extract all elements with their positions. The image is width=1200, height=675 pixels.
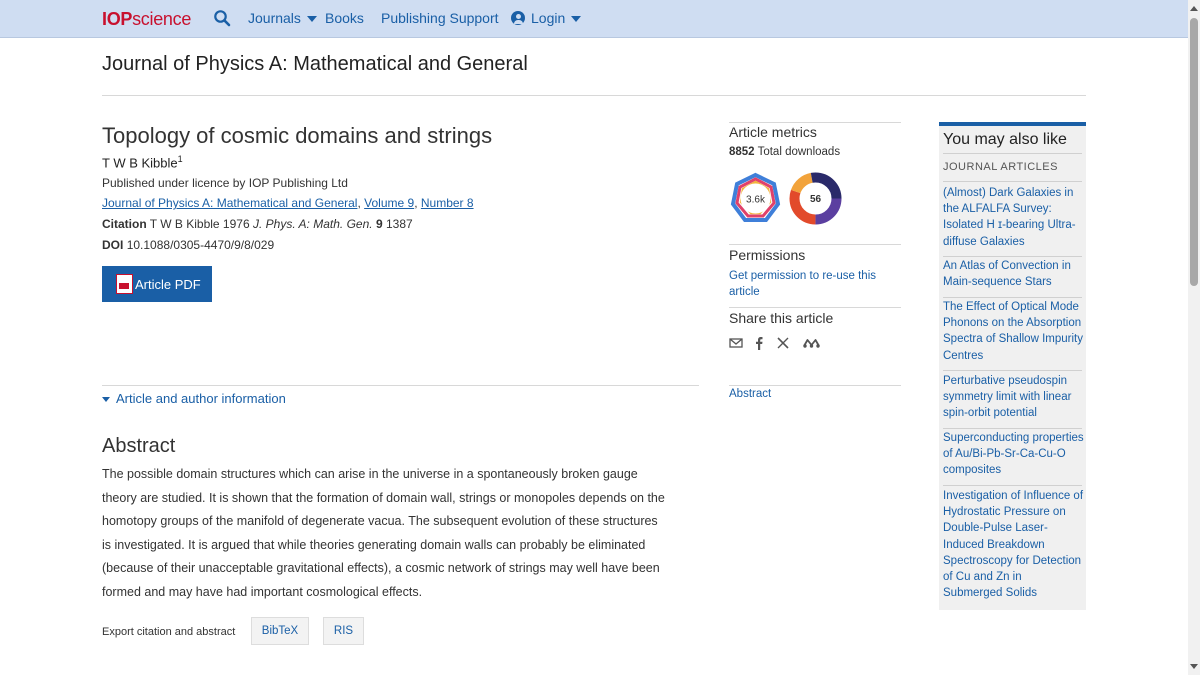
nav-journals-menu[interactable]: Journals xyxy=(248,10,317,26)
user-icon xyxy=(511,11,525,25)
divider xyxy=(943,181,1082,182)
divider xyxy=(102,385,699,386)
iopscience-logo[interactable]: IOPscience xyxy=(102,9,191,30)
number-link[interactable]: Number 8 xyxy=(421,196,474,210)
share-heading: Share this article xyxy=(729,310,834,326)
abstract-text: The possible domain structures which can… xyxy=(102,467,665,599)
ris-export-button[interactable]: RIS xyxy=(323,617,364,645)
get-permission-link[interactable]: Get permission to re-use this article xyxy=(729,268,899,300)
mendeley-share-icon[interactable] xyxy=(803,336,820,350)
nav-publishing-support-link[interactable]: Publishing Support xyxy=(381,10,499,26)
nav-login-menu[interactable]: Login xyxy=(511,10,582,26)
you-may-also-like-panel: You may also like JOURNAL ARTICLES (Almo… xyxy=(939,122,1086,610)
scroll-up-arrow-icon[interactable] xyxy=(1190,6,1198,11)
doi-line: DOI 10.1088/0305-4470/9/8/029 xyxy=(102,238,275,252)
citation-line: Citation T W B Kibble 1976 J. Phys. A: M… xyxy=(102,217,413,231)
licence-statement: Published under licence by IOP Publishin… xyxy=(102,176,348,190)
x-share-icon[interactable] xyxy=(776,336,790,350)
related-article-link[interactable]: (Almost) Dark Galaxies in the ALFALFA Su… xyxy=(943,185,1084,250)
export-citation-label: Export citation and abstract xyxy=(102,626,236,638)
nav-books-link[interactable]: Books xyxy=(325,10,364,26)
divider xyxy=(943,370,1082,371)
related-article-link[interactable]: The Effect of Optical Mode Phonons on th… xyxy=(943,299,1084,364)
related-article-link[interactable]: Perturbative pseudospin symmetry limit w… xyxy=(943,373,1084,422)
top-navigation-bar: IOPscience Journals Books Publishing Sup… xyxy=(0,0,1188,38)
sidebar-title: You may also like xyxy=(943,131,1067,148)
total-downloads: 8852 Total downloads xyxy=(729,146,841,158)
altmetric-score: 56 xyxy=(810,194,822,205)
facebook-share-icon[interactable] xyxy=(752,336,766,350)
article-metrics-heading: Article metrics xyxy=(729,124,817,140)
divider xyxy=(729,122,901,123)
divider xyxy=(943,256,1082,257)
volume-link[interactable]: Volume 9 xyxy=(364,196,414,210)
abstract-heading: Abstract xyxy=(102,435,176,457)
chevron-down-icon xyxy=(306,16,317,23)
pdf-icon xyxy=(116,274,133,294)
dimensions-count: 3.6k xyxy=(746,195,766,206)
divider xyxy=(729,385,901,386)
divider xyxy=(102,95,1086,96)
divider xyxy=(729,307,901,308)
divider xyxy=(943,428,1082,429)
article-pdf-button[interactable]: Article PDF xyxy=(102,266,212,302)
page-scrollbar[interactable] xyxy=(1188,0,1200,675)
bibtex-export-button[interactable]: BibTeX xyxy=(251,617,309,645)
related-article-link[interactable]: Superconducting properties of Au/Bi-Pb-S… xyxy=(943,430,1084,479)
author-affiliation-marker: 1 xyxy=(177,154,183,164)
article-author-info-toggle[interactable]: Article and author information xyxy=(102,391,286,406)
sidebar-subtitle: JOURNAL ARTICLES xyxy=(943,161,1058,173)
divider xyxy=(729,244,901,245)
related-article-link[interactable]: An Atlas of Convection in Main-sequence … xyxy=(943,258,1084,290)
chevron-down-icon xyxy=(571,16,582,23)
abstract-anchor-link[interactable]: Abstract xyxy=(729,388,771,400)
search-icon[interactable] xyxy=(213,9,231,27)
journal-breadcrumb: Journal of Physics A: Mathematical and G… xyxy=(102,196,474,210)
email-share-icon[interactable] xyxy=(729,336,743,350)
permissions-heading: Permissions xyxy=(729,247,806,263)
article-authors: T W B Kibble1 xyxy=(102,154,183,171)
journal-title: Journal of Physics A: Mathematical and G… xyxy=(102,53,528,75)
dimensions-citations-badge[interactable]: 3.6k xyxy=(729,172,782,225)
scroll-down-arrow-icon[interactable] xyxy=(1190,664,1198,669)
scrollbar-thumb[interactable] xyxy=(1190,18,1198,286)
article-title: Topology of cosmic domains and strings xyxy=(102,123,493,148)
altmetric-score-badge[interactable]: 56 xyxy=(789,172,842,225)
divider xyxy=(943,153,1082,154)
divider xyxy=(943,485,1082,486)
related-article-link[interactable]: Investigation of Influence of Hydrostati… xyxy=(943,488,1084,601)
divider xyxy=(943,297,1082,298)
journal-link[interactable]: Journal of Physics A: Mathematical and G… xyxy=(102,196,357,210)
chevron-down-icon xyxy=(102,397,110,403)
